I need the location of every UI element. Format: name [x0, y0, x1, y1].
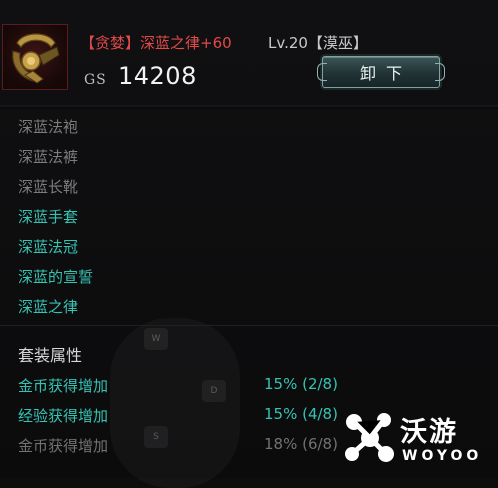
set-bonus-row: 金币获得增加 15% (2/8)	[18, 375, 338, 396]
joystick-overlay: W D S	[110, 318, 240, 488]
set-piece-item: 深蓝的宣誓	[18, 268, 94, 286]
set-bonus-label: 金币获得增加	[18, 377, 109, 395]
set-piece-item: 深蓝法袍	[18, 118, 79, 136]
set-piece-item: 深蓝长靴	[18, 178, 79, 196]
set-bonus-label: 金币获得增加	[18, 437, 109, 455]
set-piece-item: 深蓝法冠	[18, 238, 79, 256]
key-w: W	[144, 328, 168, 350]
set-piece-item: 深蓝之律	[18, 298, 79, 316]
item-icon	[2, 24, 68, 90]
button-cap-right	[435, 63, 445, 81]
watermark-cn: 沃游	[400, 417, 458, 448]
watermark-en: WOYOO	[402, 448, 483, 464]
key-d: D	[202, 380, 226, 402]
item-name: 【贪婪】深蓝之律+60	[80, 34, 232, 52]
woyoo-logo-icon	[345, 413, 394, 462]
set-bonus-row: 经验获得增加 15% (4/8)	[18, 405, 338, 426]
set-piece-item: 深蓝手套	[18, 208, 79, 226]
item-tooltip-panel: 【贪婪】深蓝之律+60 Lv.20【漠巫】 GS 14208 卸下 W D S …	[0, 0, 498, 478]
button-cap-left	[317, 63, 327, 81]
item-level: Lv.20【漠巫】	[268, 34, 368, 52]
set-bonus-value: 15% (2/8)	[264, 375, 338, 393]
set-bonus-title: 套装属性	[18, 346, 83, 365]
set-bonus-value: 15% (4/8)	[264, 405, 338, 423]
set-bonus-value: 18% (6/8)	[264, 435, 338, 453]
gear-score-label: GS	[84, 72, 107, 88]
set-bonus-row: 金币获得增加 18% (6/8)	[18, 435, 338, 456]
set-piece-list: 深蓝法袍 深蓝法裤 深蓝长靴 深蓝手套 深蓝法冠 深蓝的宣誓 深蓝之律	[18, 114, 93, 324]
gear-score-value: 14208	[118, 62, 197, 90]
bracer-icon	[12, 33, 60, 84]
key-s: S	[144, 426, 168, 448]
unequip-button[interactable]: 卸下	[317, 56, 445, 88]
header-divider	[0, 105, 498, 109]
unequip-button-label: 卸下	[359, 64, 412, 83]
set-bonus-label: 经验获得增加	[18, 407, 109, 425]
section-divider	[0, 325, 498, 326]
set-piece-item: 深蓝法裤	[18, 148, 79, 166]
